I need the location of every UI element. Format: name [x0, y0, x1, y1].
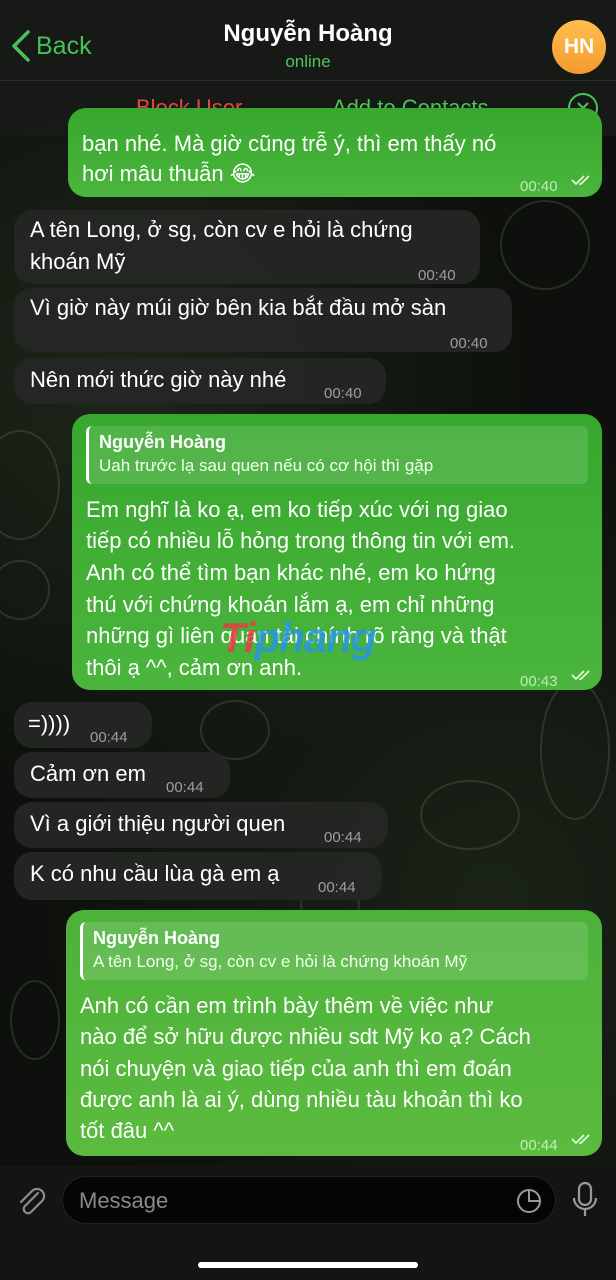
- home-indicator: [198, 1262, 418, 1268]
- avatar[interactable]: HN: [552, 20, 606, 74]
- paperclip-icon[interactable]: [14, 1184, 48, 1218]
- watermark-logo: Tiphang: [220, 614, 377, 661]
- message-bubble-incoming[interactable]: =)))) 00:44: [14, 702, 152, 748]
- double-check-icon: [571, 1134, 590, 1145]
- message-line: Anh có cần em trình bày thêm về việc như: [80, 993, 494, 1018]
- message-bubble-incoming[interactable]: Vì giờ này múi giờ bên kia bắt đầu mở sà…: [14, 288, 512, 352]
- message-line: =)))): [28, 711, 71, 736]
- message-line: được anh là ai ý, dùng nhiều tàu khoản t…: [80, 1087, 523, 1112]
- message-line: hơi mâu thuẫn 😂: [82, 161, 256, 186]
- reply-preview[interactable]: Nguyễn Hoàng A tên Long, ở sg, còn cv e …: [80, 922, 588, 980]
- message-line: A tên Long, ở sg, còn cv e hỏi là chứng: [30, 217, 413, 242]
- message-line: Cảm ơn em: [30, 761, 146, 786]
- composer-bar: [0, 1166, 616, 1280]
- double-check-icon: [571, 670, 590, 681]
- chat-title: Nguyễn Hoàng: [223, 20, 393, 47]
- double-check-icon: [571, 175, 590, 186]
- message-bubble-incoming[interactable]: Vì a giới thiệu người quen 00:44: [14, 802, 388, 848]
- message-bubble-outgoing[interactable]: Nguyễn Hoàng A tên Long, ở sg, còn cv e …: [66, 910, 602, 1156]
- message-line: Em nghĩ là ko ạ, em ko tiếp xúc với ng g…: [86, 497, 508, 522]
- message-bubble-incoming[interactable]: Cảm ơn em 00:44: [14, 752, 230, 798]
- message-line: K có nhu cầu lùa gà em ạ: [30, 861, 280, 886]
- message-time: 00:40: [324, 385, 362, 402]
- message-time: 00:44: [324, 829, 362, 846]
- message-time: 00:44: [520, 1137, 558, 1154]
- microphone-icon[interactable]: [568, 1180, 602, 1220]
- message-time: 00:44: [90, 729, 128, 746]
- reply-text: A tên Long, ở sg, còn cv e hỏi là chứng …: [93, 952, 468, 971]
- message-time: 00:40: [450, 335, 488, 352]
- chat-title-area[interactable]: Nguyễn Hoàng online: [0, 20, 616, 72]
- reply-text: Uah trước lạ sau quen nếu có cơ hội thì …: [99, 456, 434, 475]
- message-time: 00:43: [520, 673, 558, 690]
- message-line: khoán Mỹ: [30, 249, 126, 274]
- message-bubble-incoming[interactable]: Nên mới thức giờ này nhé 00:40: [14, 358, 386, 404]
- chat-header: Back Nguyễn Hoàng online HN: [0, 0, 616, 80]
- reply-preview[interactable]: Nguyễn Hoàng Uah trước lạ sau quen nếu c…: [86, 426, 588, 484]
- message-line: nào để sở hữu được nhiều sdt Mỹ ko ạ? Cá…: [80, 1024, 531, 1049]
- reply-author: Nguyễn Hoàng: [99, 432, 227, 452]
- message-time: 00:44: [166, 779, 204, 796]
- message-line: tiếp có nhiều lỗ hỏng trong thông tin vớ…: [86, 528, 516, 553]
- message-line: nói chuyện và giao tiếp của anh thì em đ…: [80, 1056, 512, 1081]
- message-bubble-incoming[interactable]: A tên Long, ở sg, còn cv e hỏi là chứng …: [14, 210, 480, 284]
- message-input-wrapper: [62, 1176, 556, 1224]
- message-bubble-incoming[interactable]: K có nhu cầu lùa gà em ạ 00:44: [14, 852, 382, 900]
- avatar-initials: HN: [563, 35, 595, 58]
- message-time: 00:44: [318, 879, 356, 896]
- message-line: bạn nhé. Mà giờ cũng trễ ý, thì em thấy …: [82, 131, 497, 156]
- message-line: tốt đâu ^^: [80, 1118, 175, 1143]
- message-line: Vì giờ này múi giờ bên kia bắt đầu mở sà…: [30, 295, 447, 320]
- message-line: Nên mới thức giờ này nhé: [30, 367, 287, 392]
- message-line: Anh có thể tìm bạn khác nhé, em ko hứng: [86, 560, 496, 585]
- message-line: Vì a giới thiệu người quen: [30, 811, 286, 836]
- message-time: 00:40: [520, 178, 558, 195]
- online-status: online: [285, 52, 331, 71]
- message-bubble-outgoing[interactable]: bạn nhé. Mà giờ cũng trễ ý, thì em thấy …: [68, 108, 602, 197]
- sticker-icon[interactable]: [515, 1187, 543, 1215]
- reply-author: Nguyễn Hoàng: [93, 928, 221, 948]
- message-input[interactable]: [79, 1183, 499, 1219]
